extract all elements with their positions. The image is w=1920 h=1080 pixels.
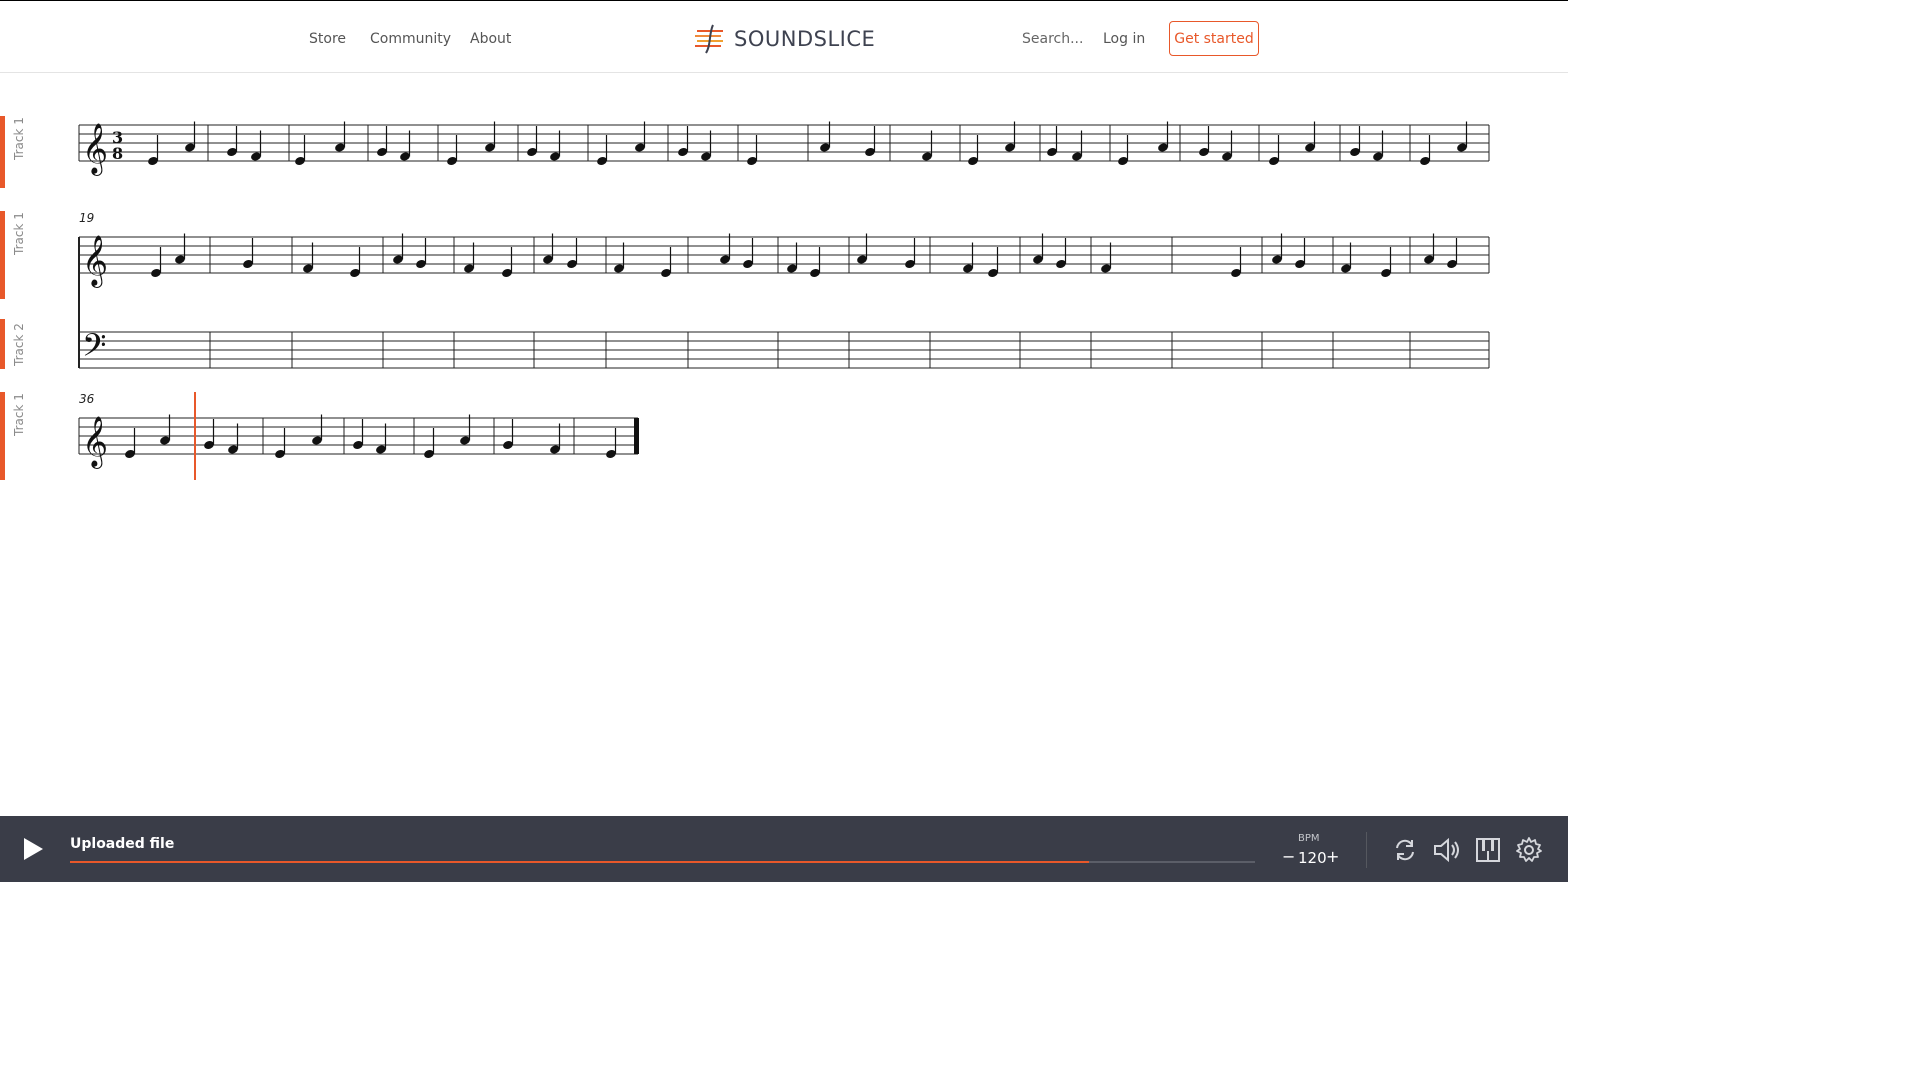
- login-link[interactable]: Log in: [1103, 31, 1145, 47]
- bpm-increase-button[interactable]: +: [1326, 847, 1339, 866]
- loop-icon[interactable]: [1391, 836, 1419, 864]
- final-barline: [634, 418, 639, 454]
- get-started-button[interactable]: Get started: [1169, 21, 1259, 56]
- play-icon[interactable]: [20, 836, 46, 862]
- logo-icon: [695, 24, 723, 54]
- treble-clef: 𝄞: [82, 416, 108, 469]
- treble-clef: 𝄞: [82, 123, 108, 176]
- nav-community[interactable]: Community: [370, 31, 451, 47]
- nav-store[interactable]: Store: [309, 31, 346, 47]
- staff-system-1: [78, 124, 1490, 162]
- notation-canvas[interactable]: 𝄞 38𝄞𝄢𝄞: [0, 74, 1568, 816]
- progress-bar[interactable]: [70, 861, 1255, 863]
- notes-system-3: [125, 414, 617, 458]
- player-bar: Uploaded file BPM − 120 +: [0, 816, 1568, 882]
- bass-clef: 𝄢: [82, 327, 106, 371]
- search-input[interactable]: Search...: [1022, 31, 1083, 47]
- nav-about[interactable]: About: [470, 31, 511, 47]
- progress-fill: [70, 861, 1090, 863]
- get-started-label: Get started: [1174, 30, 1254, 47]
- score-area[interactable]: Track 1 Track 1 Track 2 Track 1 19 36 𝄞 3…: [0, 74, 1568, 816]
- soundslice-logo[interactable]: SOUNDSLICE: [694, 23, 875, 55]
- bpm-decrease-button[interactable]: −: [1282, 847, 1295, 866]
- site-header: Store Community About SOUNDSLICE Search.…: [0, 0, 1568, 73]
- staff-system-2-track-1: [78, 236, 1490, 274]
- divider: [1366, 832, 1367, 868]
- bpm-label: BPM: [1298, 833, 1320, 844]
- time-signature: 8: [112, 144, 123, 163]
- staff-system-2-track-2: [78, 331, 1490, 369]
- treble-clef: 𝄞: [82, 235, 108, 288]
- piano-icon[interactable]: [1474, 836, 1502, 864]
- gear-icon[interactable]: [1515, 836, 1543, 864]
- file-title: Uploaded file: [70, 836, 175, 852]
- volume-icon[interactable]: [1432, 836, 1460, 864]
- bpm-value[interactable]: 120: [1298, 849, 1327, 867]
- logo-text: SOUNDSLICE: [734, 27, 876, 51]
